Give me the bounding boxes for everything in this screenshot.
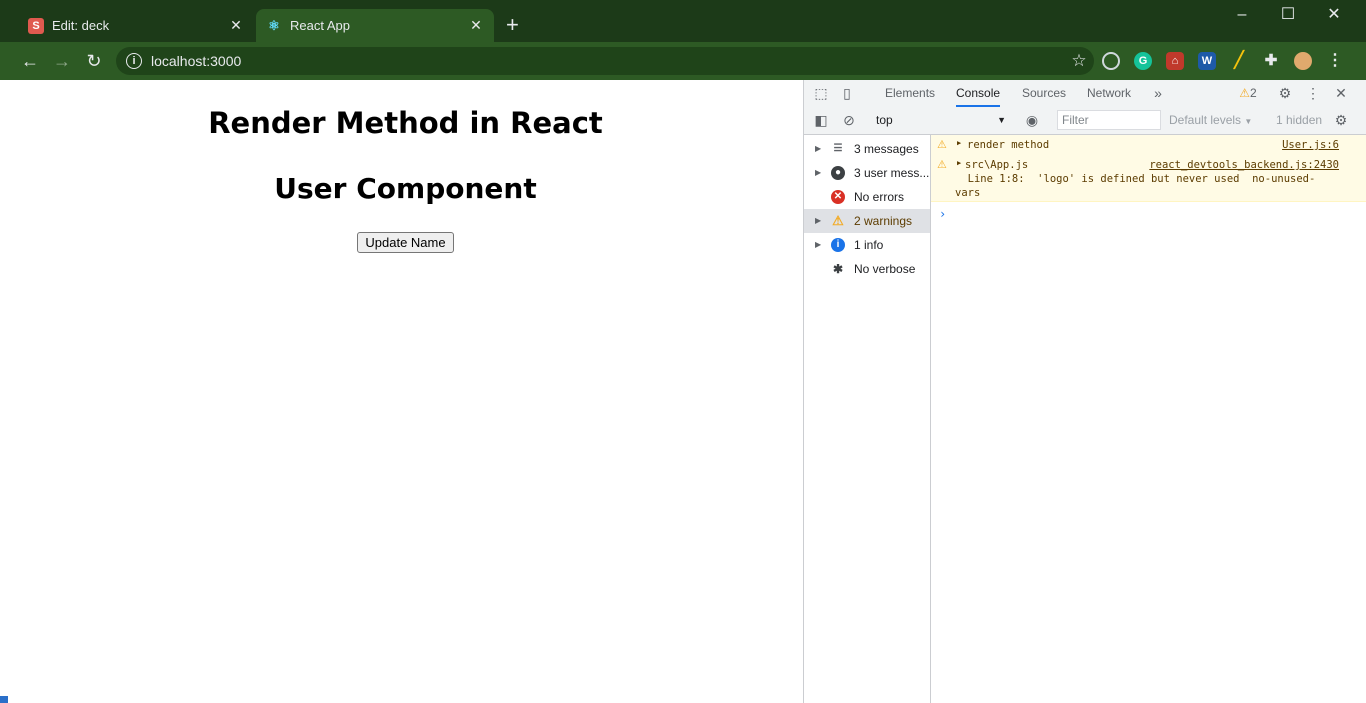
context-value: top (876, 113, 893, 127)
devtools-panel: ⬚ ▯ Elements Console Sources Network » ⚠… (803, 80, 1366, 703)
forward-icon[interactable]: → (50, 49, 74, 73)
bookmark-star-icon[interactable]: ☆ (1064, 51, 1094, 71)
warning-count-badge[interactable]: ⚠2 (1234, 80, 1262, 107)
tab-strip: S Edit: deck ✕ ⚛ React App ✕ + – ☐ ✕ (0, 0, 1366, 42)
sidebar-item-label: 1 info (854, 238, 884, 252)
sidebar-item-warnings[interactable]: ▶ ⚠ 2 warnings (804, 209, 930, 233)
warning-icon: ⚠ (1239, 86, 1251, 100)
maximize-icon[interactable]: ☐ (1265, 4, 1311, 26)
message-text: render method (967, 139, 1050, 151)
profile-avatar[interactable] (1294, 52, 1312, 70)
new-tab-icon[interactable]: + (506, 12, 519, 38)
close-window-icon[interactable]: ✕ (1311, 4, 1357, 26)
clear-console-icon[interactable]: ⊘ (840, 107, 858, 134)
kebab-menu-icon[interactable]: ⋮ (1304, 80, 1322, 107)
message-source-link[interactable]: User.js:6 (1282, 139, 1339, 151)
more-tabs-icon[interactable]: » (1150, 80, 1166, 107)
menu-dots-icon[interactable]: ⋮ (1326, 52, 1344, 70)
console-output: ⚠ ▶ render method User.js:6 ⚠ ▶ src\App.… (931, 135, 1366, 703)
info-icon: i (831, 238, 845, 252)
tab-react-app[interactable]: ⚛ React App ✕ (256, 9, 494, 42)
tab-title: React App (290, 18, 350, 33)
warning-icon: ⚠ (832, 213, 844, 228)
slides-favicon-icon: S (28, 17, 44, 34)
filter-input[interactable]: Filter (1057, 110, 1161, 130)
sidebar-toggle-icon[interactable]: ◧ (812, 107, 830, 134)
update-name-button[interactable]: Update Name (357, 232, 454, 253)
extension-red-icon[interactable]: ⌂ (1166, 52, 1184, 70)
warning-count: 2 (1250, 86, 1257, 100)
message-detail: Line 1:8: 'logo' is defined but never us… (955, 173, 1316, 185)
list-icon: ☰ (833, 143, 843, 154)
sidebar-item-label: No errors (854, 190, 905, 204)
settings-gear-icon[interactable]: ⚙ (1276, 80, 1294, 107)
pen-extension-icon[interactable]: ╱ (1230, 52, 1248, 70)
sidebar-item-messages[interactable]: ▶ ☰ 3 messages (804, 137, 930, 161)
site-info-icon[interactable]: i (126, 53, 142, 69)
close-devtools-icon[interactable]: ✕ (1332, 80, 1350, 107)
react-icon: ⚛ (268, 17, 280, 33)
sidebar-item-label: No verbose (854, 262, 916, 276)
message-source-link[interactable]: react_devtools_backend.js:2430 (1149, 159, 1339, 171)
tab-title: Edit: deck (52, 18, 110, 33)
console-sidebar: ▶ ☰ 3 messages ▶ ● 3 user mess... ✕ No err… (804, 135, 931, 703)
device-toolbar-icon[interactable]: ▯ (838, 80, 856, 107)
context-selector[interactable]: top ▼ (872, 110, 1008, 130)
dropdown-arrow-icon: ▼ (997, 115, 1006, 125)
address-bar[interactable]: i localhost:3000 ☆ (116, 47, 1094, 75)
minimize-icon[interactable]: – (1219, 4, 1265, 26)
taskbar-edge (0, 696, 8, 703)
tab-elements[interactable]: Elements (885, 80, 935, 107)
extension-circle-icon[interactable] (1102, 52, 1120, 70)
sidebar-item-label: 3 user mess... (854, 166, 930, 180)
console-settings-icon[interactable]: ⚙ (1332, 107, 1350, 134)
url-text: localhost:3000 (151, 53, 242, 69)
back-icon[interactable]: ← (18, 49, 42, 73)
warning-icon: ⚠ (937, 138, 947, 151)
reload-icon[interactable]: ↻ (82, 49, 106, 73)
tab-sources[interactable]: Sources (1022, 80, 1066, 107)
user-icon: ● (831, 166, 845, 180)
tab-network[interactable]: Network (1087, 80, 1131, 107)
sidebar-item-errors[interactable]: ✕ No errors (804, 185, 930, 209)
hidden-count: 1 hidden (1276, 113, 1323, 127)
user-component-heading: User Component (274, 172, 537, 205)
sidebar-item-label: 3 messages (854, 142, 919, 156)
console-message[interactable]: ⚠ ▶ render method User.js:6 (931, 135, 1366, 156)
message-detail-continued: vars (955, 187, 981, 199)
extension-w-icon[interactable]: W (1198, 52, 1216, 70)
warning-icon: ⚠ (937, 158, 947, 171)
extensions-puzzle-icon[interactable]: ✚ (1262, 52, 1280, 70)
console-message[interactable]: ⚠ ▶ src\App.js react_devtools_backend.js… (931, 155, 1366, 202)
console-prompt-icon[interactable]: › (939, 207, 946, 221)
close-tab-icon[interactable]: ✕ (468, 17, 484, 34)
grammarly-icon[interactable]: G (1134, 52, 1152, 70)
sidebar-item-label: 2 warnings (854, 214, 913, 228)
expand-triangle-icon[interactable]: ▶ (957, 139, 961, 147)
browser-toolbar: ← → ↻ i localhost:3000 ☆ G ⌂ W ╱ ✚ ⋮ (0, 42, 1366, 80)
live-expression-eye-icon[interactable]: ◉ (1022, 107, 1042, 134)
web-page: Render Method in React User Component Up… (0, 80, 803, 703)
message-text: src\App.js (965, 159, 1029, 171)
sidebar-item-verbose[interactable]: ✱ No verbose (804, 257, 930, 281)
log-levels-dropdown[interactable]: Default levels ▼ (1169, 107, 1252, 135)
error-icon: ✕ (831, 190, 845, 204)
page-title: Render Method in React (208, 106, 603, 140)
sidebar-item-info[interactable]: ▶ i 1 info (804, 233, 930, 257)
bug-icon: ✱ (832, 262, 844, 276)
close-tab-icon[interactable]: ✕ (228, 17, 244, 34)
levels-label: Default levels (1169, 113, 1242, 127)
tab-console[interactable]: Console (956, 80, 1001, 107)
expand-triangle-icon[interactable]: ▶ (957, 159, 961, 167)
sidebar-item-user-messages[interactable]: ▶ ● 3 user mess... (804, 161, 930, 185)
console-toolbar: ◧ ⊘ top ▼ ◉ Filter Default levels ▼ 1 hid… (804, 107, 1366, 135)
tab-edit-deck[interactable]: S Edit: deck ✕ (18, 9, 254, 42)
devtools-tabbar: ⬚ ▯ Elements Console Sources Network » ⚠… (804, 80, 1366, 108)
inspect-element-icon[interactable]: ⬚ (812, 80, 830, 107)
